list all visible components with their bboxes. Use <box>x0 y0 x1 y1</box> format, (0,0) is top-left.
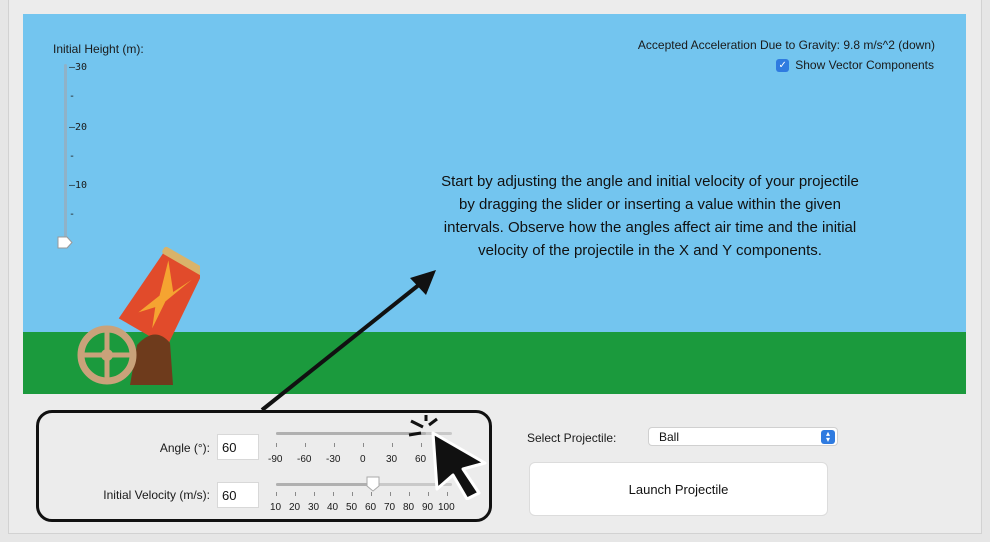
velocity-tick <box>333 492 334 496</box>
angle-tick <box>276 443 277 447</box>
velocity-slider-thumb[interactable] <box>366 476 380 492</box>
velocity-label: Initial Velocity (m/s): <box>103 488 210 502</box>
height-minor-tick: - <box>69 91 76 102</box>
height-minor-tick: - <box>69 209 76 220</box>
angle-input[interactable]: 60 <box>217 434 259 460</box>
velocity-tick <box>352 492 353 496</box>
checkbox-icon[interactable]: ✓ <box>776 58 790 72</box>
velocity-tick-label: 100 <box>438 502 455 513</box>
velocity-tick <box>371 492 372 496</box>
select-caret-icon: ▴ ▾ <box>821 430 835 444</box>
velocity-tick-label: 30 <box>308 502 320 513</box>
angle-tick-label: 0 <box>360 454 366 465</box>
velocity-tick-label: 20 <box>289 502 301 513</box>
velocity-tick <box>276 492 277 496</box>
angle-tick-label: 30 <box>386 454 398 465</box>
velocity-tick-label: 70 <box>384 502 396 513</box>
projectile-select-value: Ball <box>659 430 680 444</box>
angle-tick <box>334 443 335 447</box>
velocity-tick-label: 60 <box>365 502 377 513</box>
instructions-text: Start by adjusting the angle and initial… <box>441 173 859 259</box>
velocity-tick <box>390 492 391 496</box>
velocity-tick <box>295 492 296 496</box>
velocity-tick-label: 90 <box>422 502 434 513</box>
velocity-tick-label: 10 <box>270 502 282 513</box>
angle-tick-label: -90 <box>268 454 283 465</box>
projectile-select[interactable]: Ball ▴ ▾ <box>648 427 838 446</box>
angle-label: Angle (°): <box>159 441 210 455</box>
velocity-tick-label: 40 <box>327 502 339 513</box>
velocity-tick <box>314 492 315 496</box>
velocity-slider-fill <box>276 483 373 486</box>
initial-height-slider[interactable] <box>64 64 67 240</box>
height-minor-tick: - <box>69 151 76 162</box>
gravity-label: Accepted Acceleration Due to Gravity: 9.… <box>637 38 935 52</box>
height-tick-label: —30 <box>69 62 88 73</box>
angle-tick <box>363 443 364 447</box>
mouse-cursor-icon <box>408 415 487 500</box>
height-tick-label: —10 <box>69 180 88 191</box>
angle-tick <box>305 443 306 447</box>
initial-height-label: Initial Height (m): <box>53 42 144 56</box>
angle-tick <box>392 443 393 447</box>
cannon-icon <box>77 246 200 385</box>
launch-projectile-button[interactable]: Launch Projectile <box>529 462 828 516</box>
height-tick-label: —20 <box>69 122 88 133</box>
show-vector-toggle[interactable]: ✓ Show Vector Components <box>776 56 934 74</box>
angle-tick-label: -30 <box>326 454 341 465</box>
select-projectile-label: Select Projectile: <box>527 431 617 445</box>
height-slider-thumb[interactable] <box>57 236 73 249</box>
velocity-tick-label: 80 <box>403 502 415 513</box>
velocity-tick-label: 50 <box>346 502 358 513</box>
show-vector-label: Show Vector Components <box>795 58 934 72</box>
velocity-input[interactable]: 60 <box>217 482 259 508</box>
angle-tick-label: -60 <box>297 454 312 465</box>
